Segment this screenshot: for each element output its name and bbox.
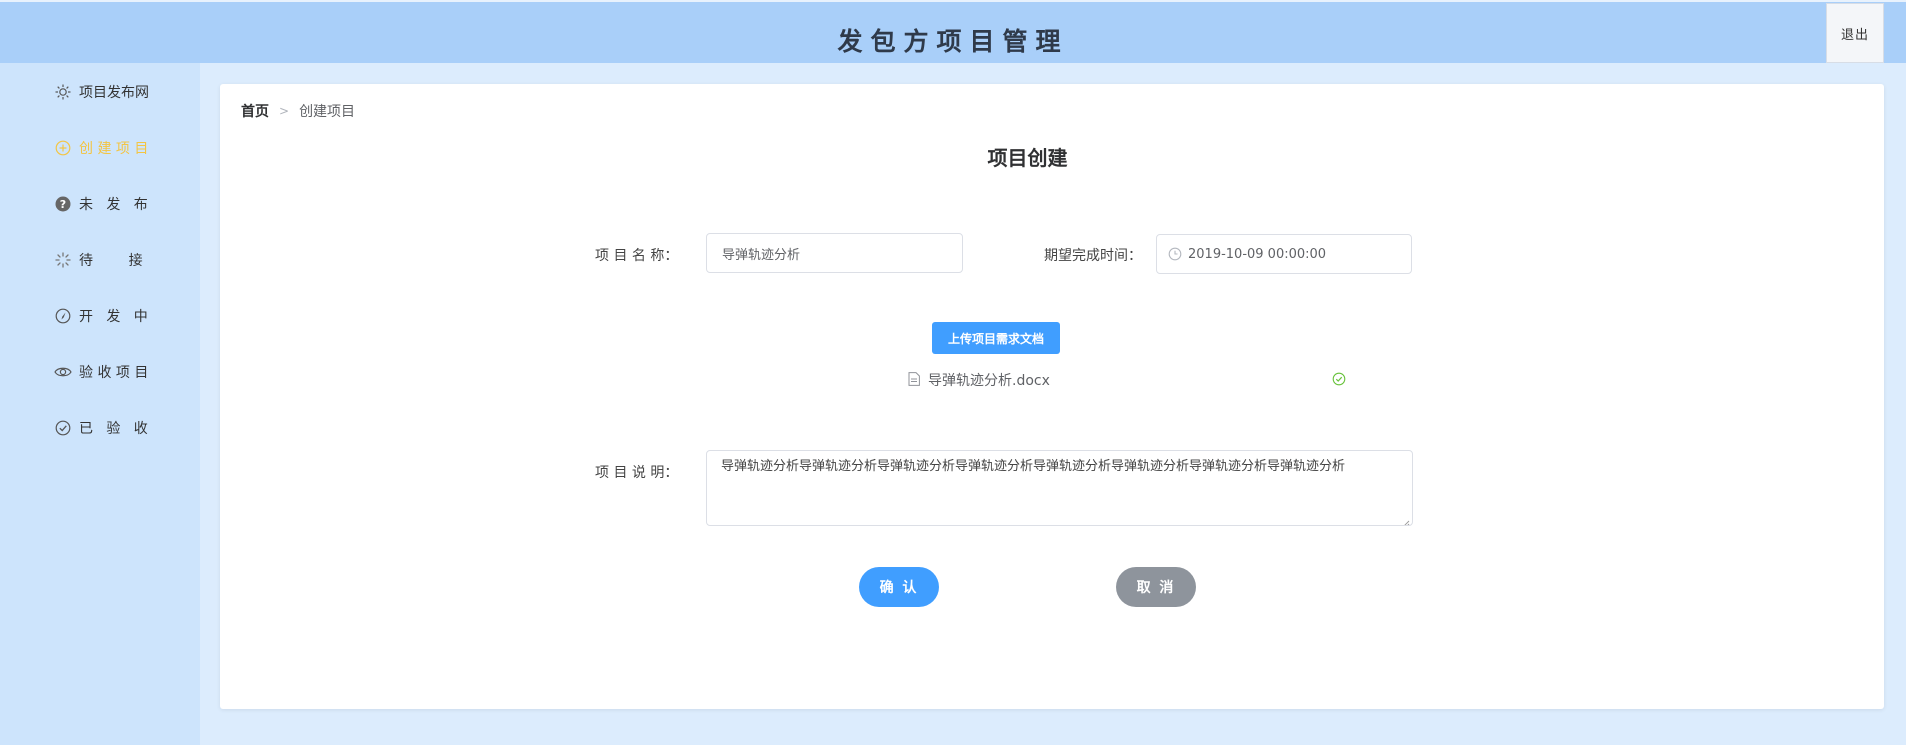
project-description-textarea[interactable]: 导弹轨迹分析导弹轨迹分析导弹轨迹分析导弹轨迹分析导弹轨迹分析导弹轨迹分析导弹轨迹… bbox=[706, 450, 1413, 526]
success-check-icon bbox=[1332, 372, 1348, 388]
chevron-right-icon: > bbox=[279, 104, 290, 118]
project-description-value: 导弹轨迹分析导弹轨迹分析导弹轨迹分析导弹轨迹分析导弹轨迹分析导弹轨迹分析导弹轨迹… bbox=[721, 459, 1346, 474]
app-title: 发包方项目管理 bbox=[837, 27, 1069, 56]
sidebar-item-label: 未 发 布 bbox=[79, 197, 148, 213]
compass-icon bbox=[54, 307, 72, 325]
breadcrumb-home[interactable]: 首页 bbox=[241, 101, 269, 121]
breadcrumb-current: 创建项目 bbox=[299, 104, 356, 120]
sidebar-item-label: 验 收 项 目 bbox=[79, 365, 149, 381]
due-date-picker[interactable]: 2019-10-09 00:00:00 bbox=[1156, 234, 1412, 274]
form-card bbox=[220, 84, 1884, 709]
confirm-button[interactable]: 确 认 bbox=[859, 567, 939, 607]
due-date-label: 期望完成时间： bbox=[1044, 248, 1142, 264]
question-circle-icon: ? bbox=[54, 195, 72, 213]
sidebar-item-label: 待 接 bbox=[79, 253, 143, 269]
check-circle-icon bbox=[54, 419, 72, 437]
breadcrumb: 首页 > 创建项目 bbox=[241, 101, 355, 121]
cancel-button[interactable]: 取 消 bbox=[1116, 567, 1196, 607]
svg-text:?: ? bbox=[60, 198, 66, 211]
due-date-value: 2019-10-09 00:00:00 bbox=[1188, 246, 1327, 262]
sidebar-item-in-development[interactable]: 开 发 中 bbox=[54, 306, 148, 326]
resize-handle-icon[interactable] bbox=[1402, 515, 1410, 525]
sidebar-item-acceptance[interactable]: 验 收 项 目 bbox=[54, 362, 148, 382]
document-icon bbox=[908, 372, 922, 388]
sun-icon bbox=[54, 83, 72, 101]
project-name-label: 项 目 名 称： bbox=[595, 248, 679, 264]
project-name-value: 导弹轨迹分析 bbox=[722, 247, 801, 263]
app-header: 发包方项目管理 bbox=[0, 0, 1906, 63]
sidebar-item-unpublished[interactable]: ? 未 发 布 bbox=[54, 194, 148, 214]
page-title: 项目创建 bbox=[987, 146, 1068, 170]
eye-icon bbox=[54, 363, 72, 381]
sidebar-item-project-portal[interactable]: 项目发布网 bbox=[54, 82, 149, 102]
upload-document-button[interactable]: 上传项目需求文档 bbox=[932, 322, 1060, 354]
sidebar-item-label: 已 验 收 bbox=[79, 421, 148, 437]
sidebar-item-accepted[interactable]: 已 验 收 bbox=[54, 418, 148, 438]
sidebar-item-pending[interactable]: 待 接 bbox=[54, 250, 143, 270]
project-name-input[interactable]: 导弹轨迹分析 bbox=[706, 233, 963, 273]
uploaded-file-name: 导弹轨迹分析.docx bbox=[928, 373, 1050, 389]
loading-icon bbox=[54, 251, 72, 269]
project-description-label: 项 目 说 明： bbox=[595, 465, 679, 481]
clock-icon bbox=[1168, 247, 1182, 261]
sidebar-item-label: 开 发 中 bbox=[79, 309, 148, 325]
sidebar-item-label: 项目发布网 bbox=[79, 85, 149, 101]
logout-button[interactable]: 退出 bbox=[1826, 3, 1884, 63]
uploaded-file-item[interactable]: 导弹轨迹分析.docx bbox=[908, 370, 1346, 390]
